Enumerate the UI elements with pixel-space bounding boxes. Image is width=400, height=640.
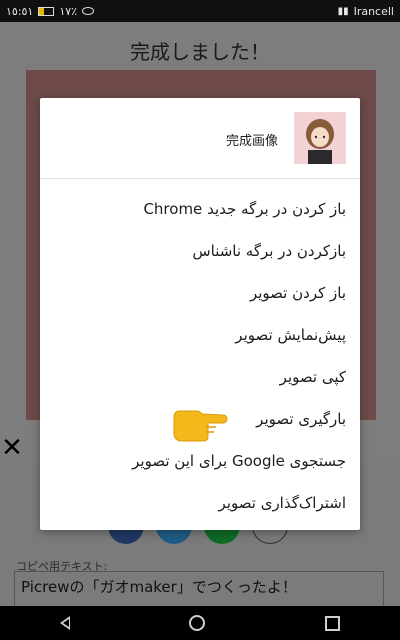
page-title: 完成しました！ <box>130 40 270 64</box>
status-left: ١٥:٥١ ١٧٪ <box>6 4 95 18</box>
menu-item-open-image[interactable]: باز کردن تصویر <box>40 272 360 314</box>
eye-icon <box>82 7 95 15</box>
back-icon[interactable] <box>59 616 70 630</box>
signal-icon: ▮▮ <box>337 5 349 17</box>
nav-bar <box>0 606 400 640</box>
clock: ١٥:٥١ <box>6 4 34 18</box>
status-bar: ١٥:٥١ ١٧٪ ▮▮ Irancell <box>0 0 400 22</box>
menu-item-open-new-tab[interactable]: باز کردن در برگه جدید Chrome <box>40 188 360 230</box>
home-icon[interactable] <box>189 615 206 631</box>
pointing-hand-icon <box>170 403 230 443</box>
battery-icon <box>38 6 55 16</box>
image-thumbnail <box>294 112 346 164</box>
image-context-menu: 完成画像 باز کردن در برگه جدید Chrome بازکرد… <box>40 98 360 530</box>
menu-item-preview-image[interactable]: پیش‌نمایش تصویر <box>40 314 360 356</box>
menu-item-share-image[interactable]: اشتراک‌گذاری تصویر <box>40 482 360 524</box>
copy-text-field[interactable]: Picrewの「ガオmaker」でつくったよ！ <box>14 571 384 611</box>
close-icon[interactable]: ✕ <box>0 435 24 461</box>
battery-percent: ١٧٪ <box>59 4 78 18</box>
dialog-title: 完成画像 <box>225 134 278 149</box>
carrier-name: Irancell <box>353 4 394 18</box>
context-menu-list: باز کردن در برگه جدید Chrome بازکردن در … <box>40 188 360 524</box>
menu-item-google-search-image[interactable]: جستجوی Google برای این تصویر <box>40 440 360 482</box>
menu-item-open-incognito[interactable]: بازکردن در برگه ناشناس <box>40 230 360 272</box>
dialog-header: 完成画像 <box>40 98 360 179</box>
status-right: ▮▮ Irancell <box>338 5 394 18</box>
menu-item-copy-image[interactable]: کپی تصویر <box>40 356 360 398</box>
recent-apps-icon[interactable] <box>325 615 341 631</box>
